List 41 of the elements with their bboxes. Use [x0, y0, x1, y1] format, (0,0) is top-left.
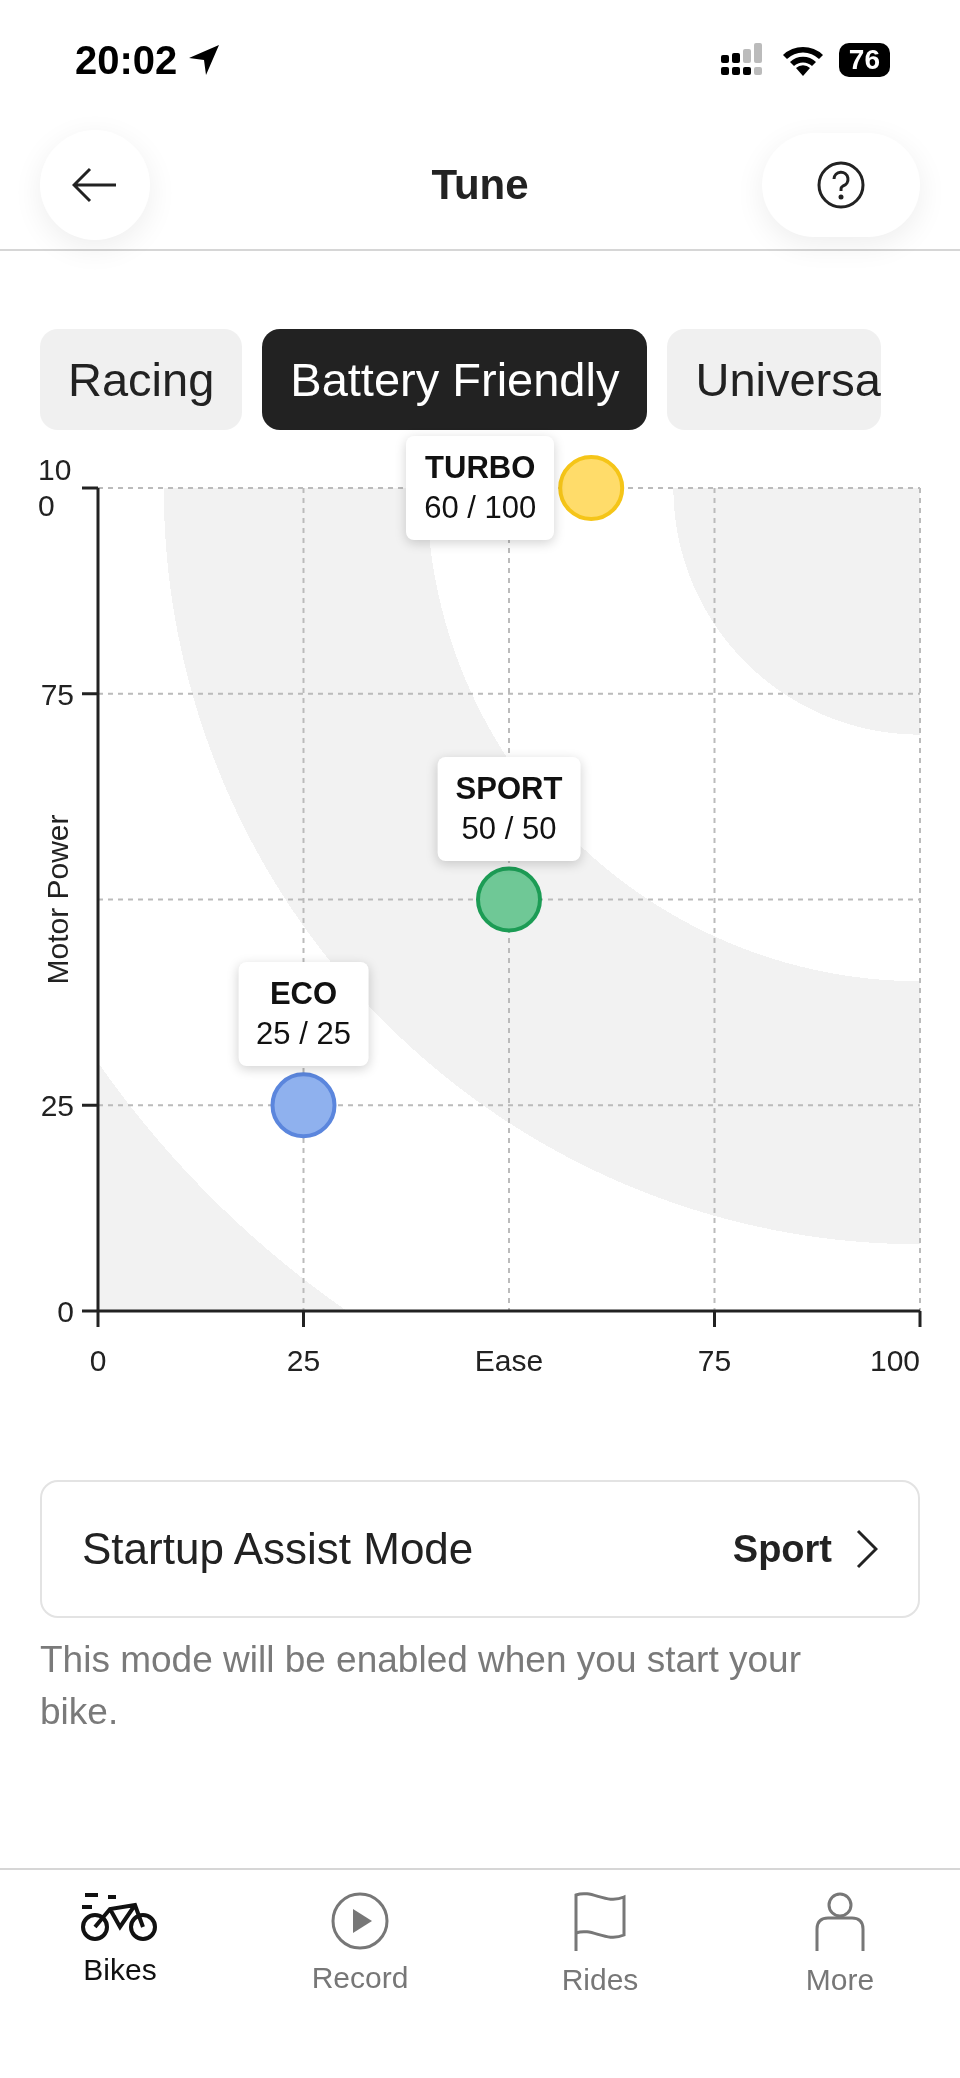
x-tick-label: 0	[89, 1344, 107, 1377]
preset-tab[interactable]: Battery Friendly	[262, 329, 648, 430]
nav-tab[interactable]: Record	[270, 1890, 450, 1998]
mode-name: SPORT	[455, 770, 563, 807]
mode-value: 50 / 50	[461, 810, 557, 847]
x-tick-label: 25	[286, 1344, 321, 1377]
location-arrow-icon	[187, 43, 222, 77]
help-icon	[817, 160, 865, 209]
mode-point[interactable]	[270, 1072, 337, 1139]
x-axis-label: Ease	[474, 1344, 544, 1377]
y-tick-label: 75	[40, 677, 74, 711]
mode-name: TURBO	[425, 450, 536, 486]
mode-point[interactable]	[476, 866, 542, 933]
back-arrow-icon	[72, 166, 118, 203]
page-title: Tune	[431, 160, 529, 209]
bicycle-icon	[80, 1891, 160, 1943]
setting-value: Sport	[732, 1527, 832, 1571]
y-tick-label: 100	[38, 453, 72, 522]
y-tick-label: 0	[57, 1295, 74, 1328]
y-tick-label: 25	[40, 1089, 74, 1123]
setting-hint: This mode will be enabled when you start your bike.	[40, 1638, 802, 1734]
person-icon	[814, 1891, 866, 1953]
play-icon	[330, 1891, 390, 1951]
mode-value: 60 / 100	[424, 490, 537, 526]
y-axis-label: Motor Power	[41, 814, 74, 985]
startup-assist-row[interactable]: Startup Assist Mode Sport	[40, 1480, 920, 1618]
chevron-right-icon	[856, 1529, 878, 1569]
mode-name: ECO	[269, 976, 338, 1013]
preset-tab[interactable]: Racing	[40, 329, 243, 430]
nav-tab[interactable]: Bikes	[30, 1890, 210, 1998]
preset-tab[interactable]: Universa	[667, 329, 881, 430]
x-tick-label: 100	[869, 1344, 921, 1377]
mode-point[interactable]	[558, 455, 625, 521]
battery-level: 76	[838, 43, 890, 77]
nav-tab[interactable]: Rides	[510, 1890, 690, 1998]
mode-value: 25 / 25	[256, 1016, 351, 1053]
x-tick-label: 75	[697, 1344, 732, 1377]
status-time: 20:02	[75, 37, 178, 83]
flag-icon	[572, 1891, 628, 1953]
nav-tab[interactable]: More	[750, 1890, 930, 1998]
setting-label: Startup Assist Mode	[82, 1524, 475, 1574]
